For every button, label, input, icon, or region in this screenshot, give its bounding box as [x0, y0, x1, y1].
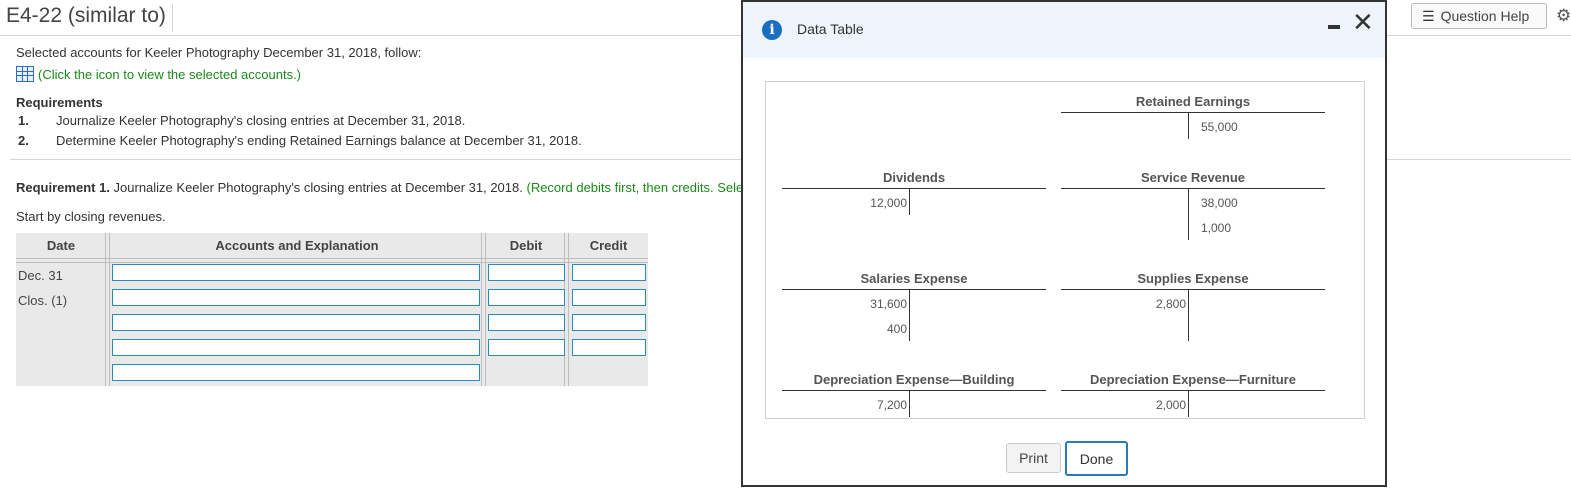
t-account: Dividends 12,000 — [782, 170, 1046, 215]
t-account-bar — [1061, 112, 1325, 113]
date-header: Date — [46, 238, 76, 253]
requirement-item: 1. Journalize Keeler Photography's closin… — [18, 113, 465, 128]
requirement-text: Journalize Keeler Photography's closing … — [56, 113, 466, 128]
t-account-bar — [782, 188, 1046, 189]
debit-amount: 2,800 — [1155, 297, 1186, 311]
t-account-name: Supplies Expense — [1137, 271, 1249, 286]
column-divider — [564, 233, 569, 386]
dialog-header: i Data Table ✕ — [743, 2, 1385, 58]
account-input[interactable] — [112, 314, 480, 331]
t-account-bar — [1061, 289, 1325, 290]
debit-amount: 12,000 — [870, 196, 907, 210]
debit-amount: 31,600 — [870, 297, 907, 311]
requirement1-text: Journalize Keeler Photography's closing … — [109, 180, 523, 195]
t-account: Supplies Expense 2,800 — [1061, 271, 1325, 341]
t-account-stem — [909, 391, 910, 417]
account-input[interactable] — [112, 339, 480, 356]
done-button[interactable]: Done — [1065, 441, 1128, 476]
requirement-item: 2. Determine Keeler Photography's ending … — [18, 133, 582, 148]
date-cell: Dec. 31 — [18, 268, 63, 283]
dialog-title: Data Table — [797, 21, 864, 37]
t-account-name: Depreciation Expense—Furniture — [1090, 372, 1296, 387]
debit-header: Debit — [509, 238, 543, 253]
column-divider — [481, 233, 486, 386]
t-account: Service Revenue 38,000 1,000 — [1061, 170, 1325, 240]
t-account: Depreciation Expense—Furniture 2,000 — [1061, 372, 1325, 417]
accounts-header: Accounts and Explanation — [215, 238, 379, 253]
t-account-name: Dividends — [882, 170, 946, 185]
selected-accounts-text: Selected accounts for Keeler Photography… — [16, 45, 422, 60]
close-icon[interactable]: ✕ — [1352, 9, 1374, 35]
t-account: Depreciation Expense—Building 7,200 — [782, 372, 1046, 417]
requirement-number: 2. — [18, 133, 29, 148]
page-title: E4-22 (similar to) — [6, 4, 173, 32]
t-account-bar — [1061, 390, 1325, 391]
view-accounts-label[interactable]: (Click the icon to view the selected acc… — [38, 67, 301, 82]
t-account-stem — [1188, 113, 1189, 139]
debit-input[interactable] — [488, 264, 565, 281]
t-account-bar — [782, 289, 1046, 290]
minimize-icon[interactable] — [1328, 25, 1340, 29]
debit-amount: 7,200 — [876, 398, 907, 412]
t-account-stem — [909, 290, 910, 341]
t-accounts-panel: Retained Earnings 55,000 Dividends 12,00… — [765, 81, 1365, 419]
t-account-bar — [1061, 188, 1325, 189]
credit-amount: 55,000 — [1201, 120, 1238, 134]
debit-amount: 400 — [886, 322, 907, 336]
info-icon: i — [762, 20, 782, 40]
account-input[interactable] — [112, 289, 480, 306]
credit-input[interactable] — [572, 264, 646, 281]
credit-input[interactable] — [572, 289, 646, 306]
journal-table: Date Accounts and Explanation Debit Cred… — [16, 233, 648, 386]
debit-input[interactable] — [488, 289, 565, 306]
t-account-stem — [909, 189, 910, 215]
credit-header: Credit — [589, 238, 628, 253]
view-accounts-link[interactable]: (Click the icon to view the selected acc… — [16, 66, 301, 82]
debit-amount: 2,000 — [1155, 398, 1186, 412]
requirement-number: 1. — [18, 113, 29, 128]
t-account-stem — [1188, 189, 1189, 240]
t-account-name: Retained Earnings — [1135, 94, 1251, 109]
credit-amount: 1,000 — [1201, 221, 1232, 235]
requirement1-label: Requirement 1. — [16, 180, 110, 195]
credit-input[interactable] — [572, 339, 646, 356]
print-button[interactable]: Print — [1006, 443, 1061, 473]
t-account-name: Salaries Expense — [860, 271, 968, 286]
requirement1-instructions: Requirement 1. Journalize Keeler Photogr… — [16, 180, 743, 195]
account-input[interactable] — [112, 364, 480, 381]
table-icon[interactable] — [16, 66, 34, 82]
question-help-button[interactable]: ☰ Question Help — [1411, 3, 1547, 29]
t-account-name: Depreciation Expense—Building — [813, 372, 1015, 387]
data-table-dialog: i Data Table ✕ Retained Earnings 55,000 … — [741, 0, 1387, 487]
t-account-stem — [1188, 290, 1189, 341]
start-instruction: Start by closing revenues. — [16, 209, 166, 224]
t-account: Retained Earnings 55,000 — [1061, 94, 1325, 139]
list-icon: ☰ — [1422, 7, 1435, 24]
debit-input[interactable] — [488, 314, 565, 331]
account-input[interactable] — [112, 264, 480, 281]
gear-icon[interactable]: ⚙ — [1556, 6, 1571, 26]
question-help-label: Question Help — [1440, 8, 1530, 24]
requirements-heading: Requirements — [16, 95, 103, 110]
credit-amount: 38,000 — [1201, 196, 1238, 210]
t-account: Salaries Expense 31,600 400 — [782, 271, 1046, 341]
t-account-bar — [782, 390, 1046, 391]
requirement-text: Determine Keeler Photography's ending Re… — [56, 133, 582, 148]
column-divider — [105, 233, 110, 386]
debit-input[interactable] — [488, 339, 565, 356]
header-divider — [16, 258, 648, 263]
t-account-name: Service Revenue — [1140, 170, 1246, 185]
t-account-stem — [1188, 391, 1189, 417]
date-cell: Clos. (1) — [18, 293, 68, 308]
credit-input[interactable] — [572, 314, 646, 331]
requirement1-note: (Record debits first, then credits. Sele — [522, 180, 744, 195]
